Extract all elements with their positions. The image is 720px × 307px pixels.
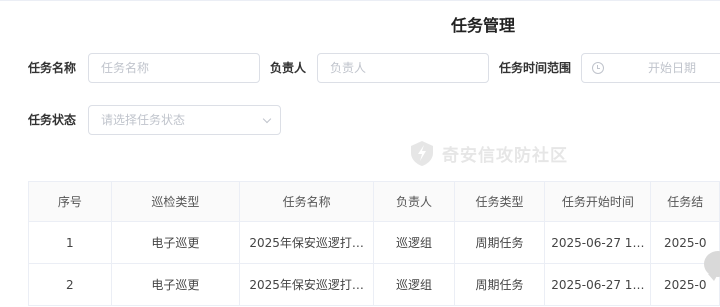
header-inspection-type: 巡检类型: [110, 181, 241, 222]
header-task-name: 任务名称: [239, 181, 375, 222]
cell-task-type: 周期任务: [453, 221, 546, 264]
task-name-label: 任务名称: [28, 61, 77, 75]
cell-inspection-type: 电子巡更: [110, 221, 241, 264]
page-title: 任务管理: [450, 16, 515, 35]
header-end-time: 任务结: [650, 181, 720, 222]
header-index: 序号: [28, 181, 112, 222]
header-task-type: 任务类型: [453, 181, 546, 222]
cell-index: 1: [28, 221, 112, 264]
time-range-label: 任务时间范围: [499, 61, 572, 75]
task-name-field[interactable]: [88, 53, 260, 83]
table-row[interactable]: 1 电子巡更 2025年保安巡逻打… 巡逻组 周期任务 2025-06-27 1…: [28, 221, 720, 264]
task-name-input[interactable]: [89, 54, 259, 82]
watermark: 奇安信攻防社区: [408, 138, 568, 168]
time-range-picker[interactable]: 开始日期: [581, 53, 720, 83]
table-row[interactable]: 2 电子巡更 2025年保安巡逻打… 巡逻组 周期任务 2025-06-27 1…: [28, 263, 720, 306]
table-header-row: 序号 巡检类型 任务名称 负责人 任务类型 任务开始时间 任务结: [28, 181, 720, 222]
status-select[interactable]: 请选择任务状态: [88, 105, 281, 135]
cell-owner: 巡逻组: [373, 263, 455, 306]
status-label: 任务状态: [28, 113, 77, 127]
task-table: 序号 巡检类型 任务名称 负责人 任务类型 任务开始时间 任务结 1 电子巡更 …: [28, 181, 720, 306]
cell-inspection-type: 电子巡更: [110, 263, 241, 306]
shield-logo-icon: [411, 141, 433, 166]
top-divider: [0, 0, 720, 1]
start-date-placeholder[interactable]: 开始日期: [648, 54, 696, 82]
header-start-time: 任务开始时间: [544, 181, 652, 222]
cell-start-time: 2025-06-27 1…: [544, 263, 652, 306]
cell-task-name: 2025年保安巡逻打…: [239, 221, 375, 264]
watermark-text: 奇安信攻防社区: [442, 145, 568, 166]
owner-input[interactable]: [318, 54, 488, 82]
chevron-down-icon[interactable]: [262, 114, 272, 124]
cell-start-time: 2025-06-27 1…: [544, 221, 652, 264]
owner-field[interactable]: [317, 53, 489, 83]
cell-task-name: 2025年保安巡逻打…: [239, 263, 375, 306]
clock-icon: [592, 62, 604, 74]
cell-task-type: 周期任务: [453, 263, 546, 306]
status-select-placeholder: 请选择任务状态: [101, 113, 186, 127]
owner-label: 负责人: [270, 61, 307, 75]
header-owner: 负责人: [373, 181, 455, 222]
cell-index: 2: [28, 263, 112, 306]
cell-owner: 巡逻组: [373, 221, 455, 264]
